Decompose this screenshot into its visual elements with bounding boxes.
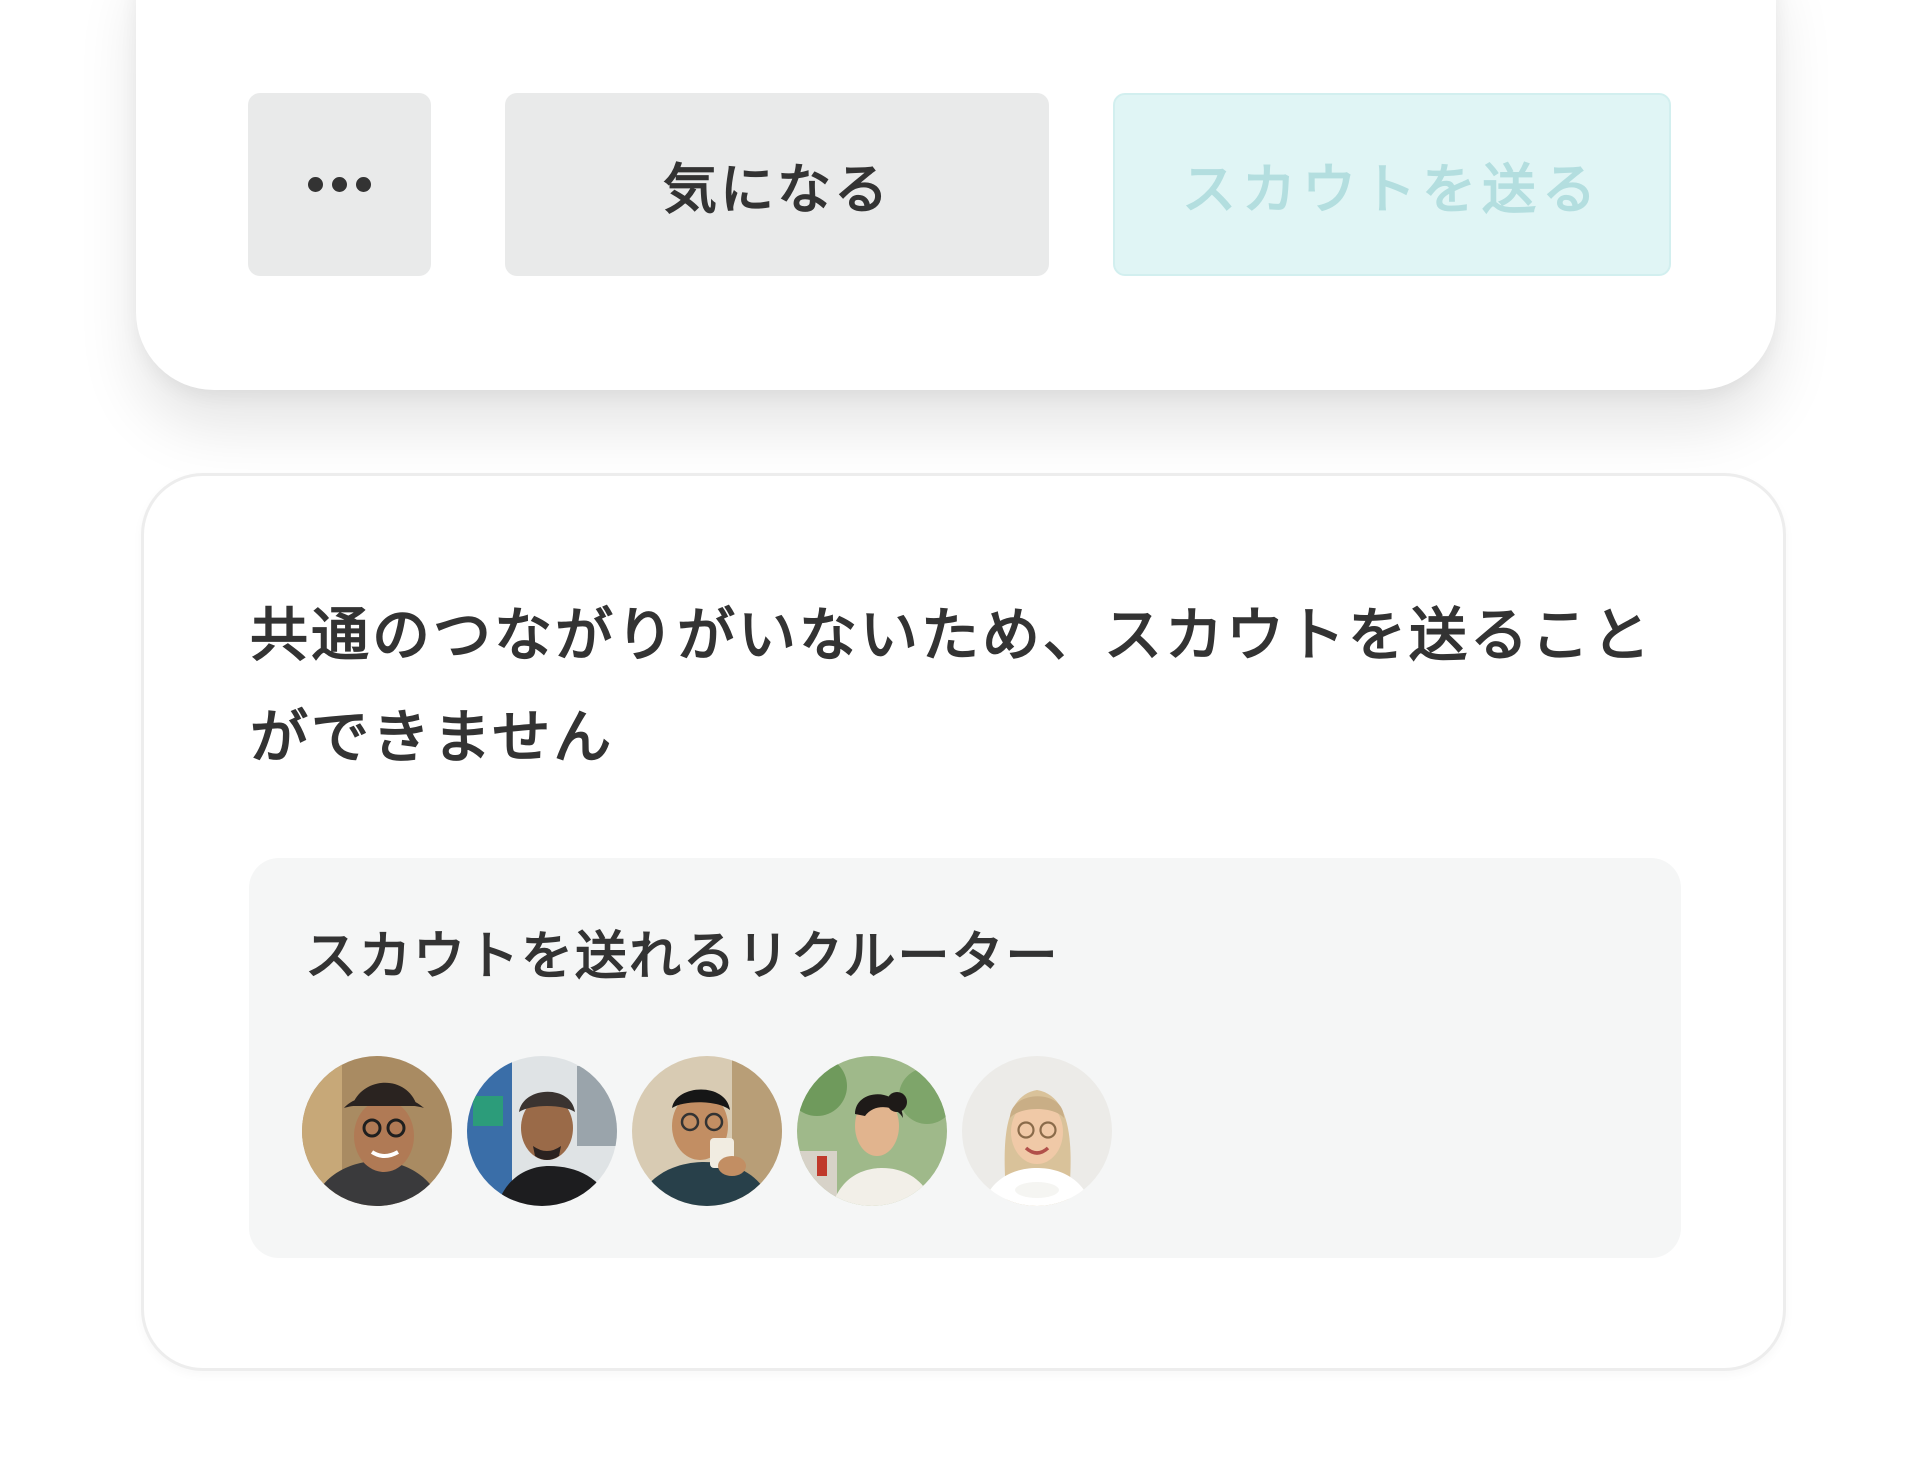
recruiter-avatar[interactable] [962, 1056, 1112, 1206]
interested-button[interactable]: 気になる [505, 93, 1049, 276]
more-icon [308, 177, 371, 192]
recruiter-avatar-list [302, 1056, 1112, 1206]
scout-unavailable-message: 共通のつながりがいないため、スカウトを送ることができません [250, 601, 1654, 771]
send-scout-button[interactable]: スカウトを送る [1113, 93, 1671, 276]
recruiter-avatar[interactable] [797, 1056, 947, 1206]
recruiters-panel: スカウトを送れるリクルーター [249, 858, 1681, 1258]
recruiters-title: スカウトを送れるリクルーター [305, 927, 1060, 987]
profile-card-footer: 気になる スカウトを送る [136, 0, 1776, 390]
recruiter-avatar[interactable] [467, 1056, 617, 1206]
scout-unavailable-card: 共通のつながりがいないため、スカウトを送ることができません スカウトを送れるリク… [141, 473, 1786, 1371]
recruiter-avatar[interactable] [632, 1056, 782, 1206]
more-options-button[interactable] [248, 93, 431, 276]
recruiter-avatar[interactable] [302, 1056, 452, 1206]
